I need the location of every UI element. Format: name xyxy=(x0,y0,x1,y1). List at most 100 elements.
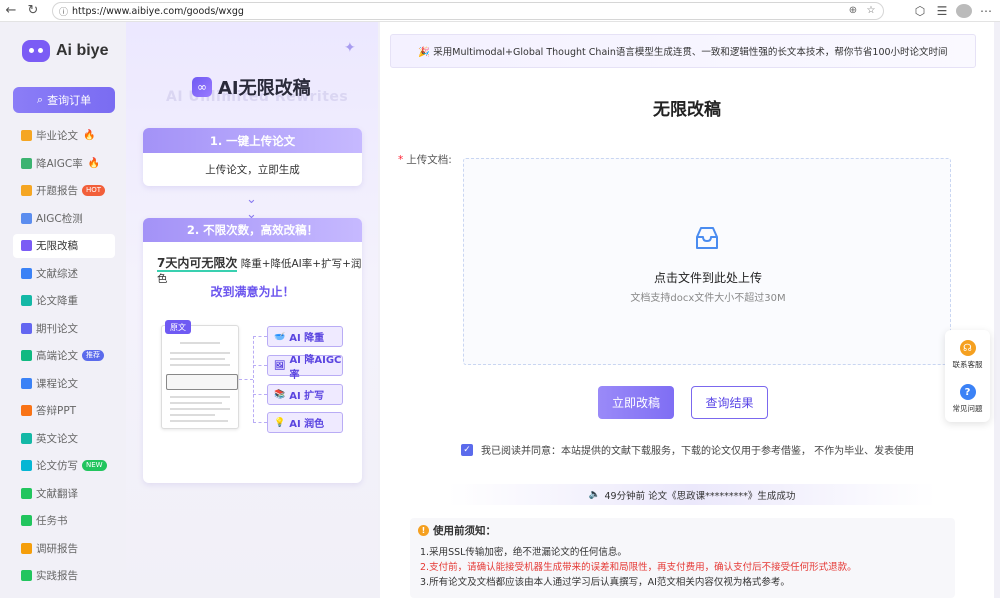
sidebar-item-label: 课程论文 xyxy=(36,377,78,390)
sidebar-item-label: 论文仿写 xyxy=(36,460,78,473)
feature-polish: 💡 AI 润色 xyxy=(267,412,343,433)
reload-icon[interactable]: ↻ xyxy=(22,0,44,22)
sidebar-item[interactable]: 任务书 xyxy=(13,509,115,533)
agreement-checkbox[interactable]: ✓ xyxy=(461,443,473,456)
floating-help: ☊ 联系客服 ? 常见问题 xyxy=(945,330,990,422)
rules-title: ! 使用前须知： xyxy=(418,523,496,538)
query-order-button[interactable]: ⌕ 查询订单 xyxy=(13,87,115,113)
faq-button[interactable]: ? 常见问题 xyxy=(945,384,990,414)
info-icon[interactable]: ⓘ xyxy=(59,5,68,18)
menu-item-icon xyxy=(21,515,32,527)
sidebar-item[interactable]: 无限改稿 xyxy=(13,234,115,258)
sidebar-item-label: 开题报告 xyxy=(36,185,78,198)
sidebar-item-label: 答辩PPT xyxy=(36,405,77,418)
menu-item-icon xyxy=(21,322,32,334)
sidebar-item[interactable]: 期刊论文 xyxy=(13,317,115,341)
menu-badge: 推荐 xyxy=(82,350,104,362)
sidebar-item-label: 英文论文 xyxy=(36,432,78,445)
query-result-button[interactable]: 查询结果 xyxy=(691,386,768,419)
brand-logo[interactable]: Ai biye xyxy=(22,40,108,62)
sidebar-item[interactable]: 文献综述 xyxy=(13,262,115,286)
activity-ticker: 🔈 49分钟前 论文《思政课*********》生成成功 xyxy=(448,484,936,505)
sidebar-item-label: 高端论文 xyxy=(36,350,78,363)
menu-item-icon xyxy=(21,405,32,417)
sidebar-item[interactable]: 实践报告 xyxy=(13,564,115,588)
infinity-icon: ∞ xyxy=(192,77,212,97)
menu-badge: HOT xyxy=(82,185,106,197)
menu-item-icon xyxy=(21,377,32,389)
sidebar-item[interactable]: 论文降重 xyxy=(13,289,115,313)
sidebar-item[interactable]: 高端论文 推荐 xyxy=(13,344,115,368)
menu-item-icon xyxy=(21,542,32,554)
warning-icon: ! xyxy=(418,525,429,536)
robot-logo-icon xyxy=(22,40,50,62)
sidebar-item[interactable]: 降AIGC率 🔥 xyxy=(13,152,115,176)
promo-title-text: AI无限改稿 xyxy=(218,78,311,99)
step1-title: 1. 一键上传论文 xyxy=(143,128,362,153)
step2-highlight: 7天内可无限次 xyxy=(157,256,238,272)
flame-icon: 🔥 xyxy=(87,157,101,169)
upload-label: * 上传文档: xyxy=(398,154,452,166)
feature-rewrite: 🥣 AI 降重 xyxy=(267,326,343,347)
sidebar-item-label: 文献综述 xyxy=(36,267,78,280)
sidebar-item-label: 实践报告 xyxy=(36,570,78,583)
search-icon: ⌕ xyxy=(36,93,44,106)
sidebar: Ai biye ⌕ 查询订单 毕业论文 🔥 降AIGC率 🔥 开题报告 HOT AIGC检测… xyxy=(0,22,126,598)
sidebar-item-label: 文献翻译 xyxy=(36,487,78,500)
sidebar-item[interactable]: 毕业论文 🔥 xyxy=(13,124,115,148)
dropzone-hint: 文档支持docx文件大小不超过30M xyxy=(630,293,786,304)
zoom-icon[interactable]: ⊕ xyxy=(845,5,861,16)
sidebar-item[interactable]: 论文仿写 NEW xyxy=(13,454,115,478)
ticker-text: 49分钟前 论文《思政课*********》生成成功 xyxy=(604,490,796,502)
promo-panel: ✦ AI Unlimited Rewrites ∞ AI无限改稿 1. 一键上传… xyxy=(126,22,378,598)
menu-item-icon xyxy=(21,130,32,142)
address-bar[interactable]: ⓘ https://www.aibiye.com/goods/wxgg ⊕ ☆ xyxy=(52,2,884,20)
agreement-text: 我已阅读并同意：本站提供的文献下载服务，下载的论文仅用于参考借鉴， 不作为毕业、… xyxy=(481,446,915,457)
sidebar-item[interactable]: 答辩PPT xyxy=(13,399,115,423)
profile-avatar[interactable] xyxy=(956,4,972,18)
sidebar-item-label: 调研报告 xyxy=(36,542,78,555)
sidebar-item[interactable]: AIGC检测 xyxy=(13,207,115,231)
sparkle-icon: ✦ xyxy=(344,40,356,56)
favorite-icon[interactable]: ☆ xyxy=(863,5,879,16)
promo-title: ∞ AI无限改稿 xyxy=(192,74,311,100)
step2-card: 2. 不限次数，高效改稿！ 7天内可无限次 降重+降低AI率+扩写+润色 改到满… xyxy=(143,218,362,483)
sidebar-item-label: AIGC检测 xyxy=(36,212,83,225)
step1-body: 上传论文，立即生成 xyxy=(205,164,300,176)
image-icon: 🖼 xyxy=(274,360,286,371)
document-illustration xyxy=(161,325,239,429)
brand-name: Ai biye xyxy=(56,42,109,59)
headset-icon: ☊ xyxy=(959,340,976,356)
sidebar-item[interactable]: 课程论文 xyxy=(13,372,115,396)
contact-service-button[interactable]: ☊ 联系客服 xyxy=(945,340,990,370)
sidebar-item[interactable]: 英文论文 xyxy=(13,427,115,451)
menu-item-icon xyxy=(21,460,32,472)
inbox-icon xyxy=(696,227,718,249)
upload-dropzone[interactable]: 点击文件到此处上传 文档支持docx文件大小不超过30M xyxy=(463,158,951,365)
page-title: 无限改稿 xyxy=(653,100,721,120)
step2-title: 2. 不限次数，高效改稿！ xyxy=(143,218,362,242)
sidebar-item[interactable]: 文献翻译 xyxy=(13,482,115,506)
menu-item-icon xyxy=(21,212,32,224)
sidebar-item[interactable]: 开题报告 HOT xyxy=(13,179,115,203)
bulb-icon: 💡 xyxy=(274,417,286,428)
extensions-icon[interactable]: ⬡ xyxy=(912,4,928,18)
menu-item-icon xyxy=(21,570,32,582)
original-tag: 原文 xyxy=(165,320,191,334)
url-text: https://www.aibiye.com/goods/wxgg xyxy=(72,5,244,17)
submit-rewrite-button[interactable]: 立即改稿 xyxy=(598,386,674,419)
rule-item: 3.所有论文及文档都应该由本人通过学习后认真撰写，AI范文相关内容仅视为格式参考… xyxy=(420,577,790,588)
books-icon: 📚 xyxy=(274,389,286,400)
back-icon[interactable]: ← xyxy=(0,0,22,22)
sidebar-item[interactable]: 调研报告 xyxy=(13,537,115,561)
step1-card: 1. 一键上传论文 上传论文，立即生成 xyxy=(143,128,362,186)
rule-item: 1.采用SSL传输加密，绝不泄漏论文的任何信息。 xyxy=(420,547,627,558)
sidebar-item-label: 无限改稿 xyxy=(36,240,78,253)
flame-icon: 🔥 xyxy=(83,130,96,142)
menu-item-icon xyxy=(21,185,32,197)
favorites-bar-icon[interactable]: ☰ xyxy=(934,4,950,18)
rule-item-warning: 2.支付前，请确认能接受机器生成带来的误差和局限性，再支付费用，确认支付后不接受… xyxy=(420,562,857,573)
question-icon: ? xyxy=(959,384,976,400)
sidebar-item-label: 降AIGC率 xyxy=(36,157,83,170)
more-icon[interactable]: ⋯ xyxy=(978,4,994,18)
